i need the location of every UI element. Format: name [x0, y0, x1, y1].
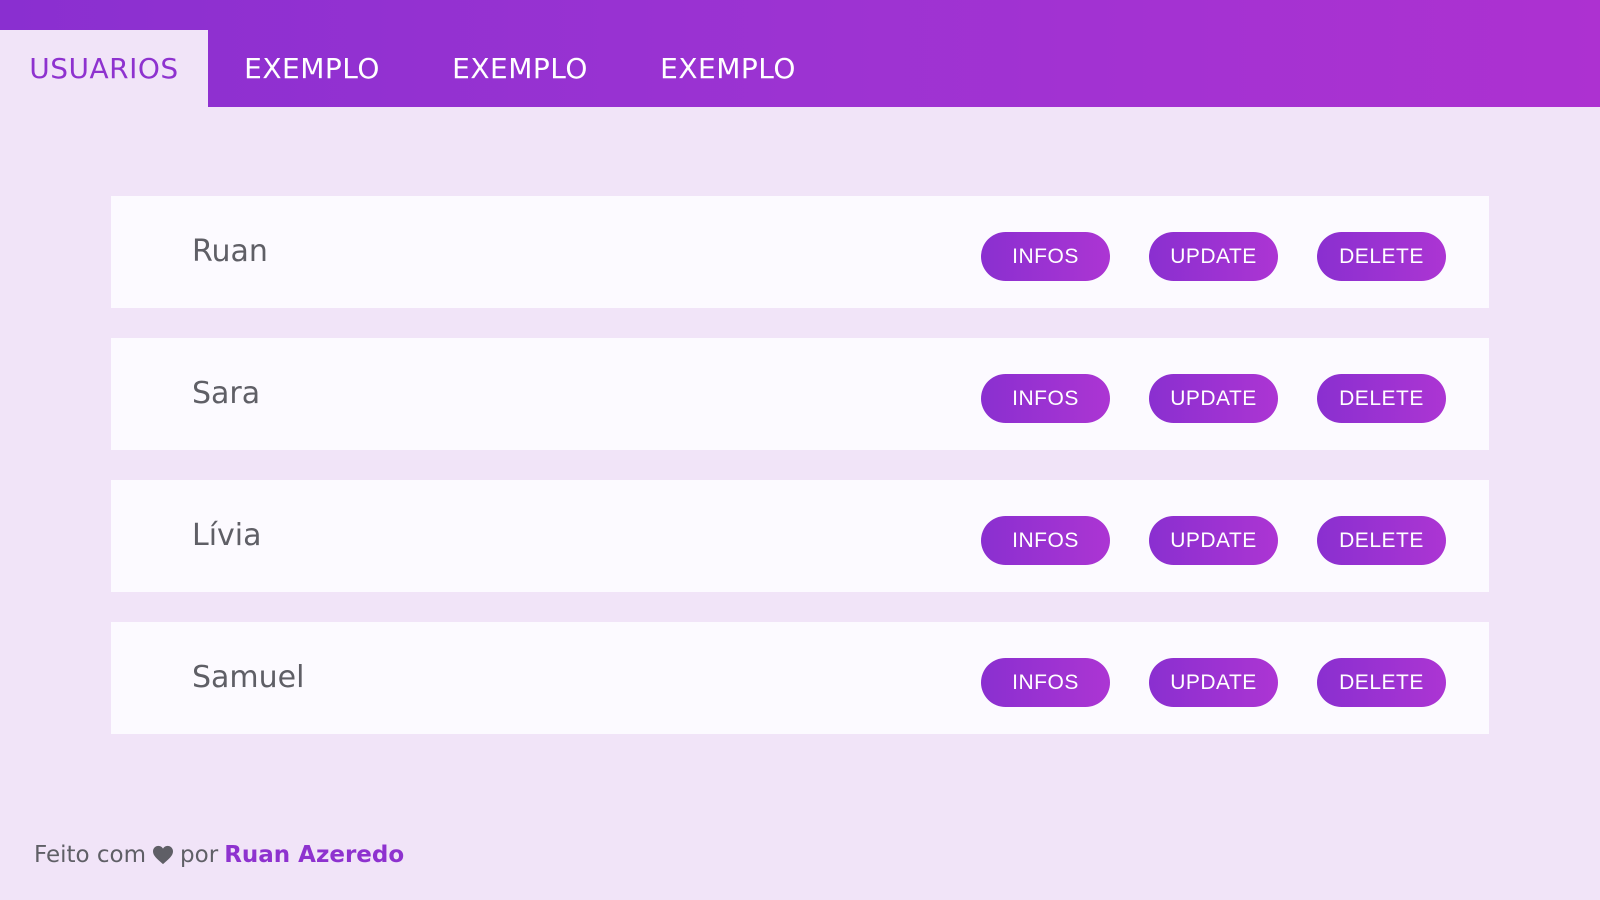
- update-button[interactable]: UPDATE: [1149, 232, 1278, 281]
- tab-usuarios[interactable]: USUARIOS: [0, 30, 208, 107]
- footer: Feito com por Ruan Azeredo: [34, 842, 404, 868]
- nav-tabs: USUARIOS EXEMPLO EXEMPLO EXEMPLO: [0, 30, 832, 107]
- user-name: Samuel: [192, 660, 305, 695]
- heart-icon: [152, 845, 174, 865]
- row-actions: INFOS UPDATE DELETE: [981, 658, 1446, 707]
- row-actions: INFOS UPDATE DELETE: [981, 516, 1446, 565]
- list-item: Sara INFOS UPDATE DELETE: [111, 338, 1489, 450]
- row-actions: INFOS UPDATE DELETE: [981, 232, 1446, 281]
- delete-button[interactable]: DELETE: [1317, 232, 1446, 281]
- user-list: Ruan INFOS UPDATE DELETE Sara INFOS UPDA…: [111, 196, 1489, 764]
- footer-by: por: [180, 842, 219, 868]
- top-navbar: USUARIOS EXEMPLO EXEMPLO EXEMPLO: [0, 0, 1600, 107]
- footer-made-with: Feito com: [34, 842, 147, 868]
- list-item: Samuel INFOS UPDATE DELETE: [111, 622, 1489, 734]
- tab-exemplo-3[interactable]: EXEMPLO: [624, 30, 832, 107]
- row-actions: INFOS UPDATE DELETE: [981, 374, 1446, 423]
- delete-button[interactable]: DELETE: [1317, 516, 1446, 565]
- user-name: Ruan: [192, 234, 268, 269]
- infos-button[interactable]: INFOS: [981, 374, 1110, 423]
- update-button[interactable]: UPDATE: [1149, 374, 1278, 423]
- tab-exemplo-2[interactable]: EXEMPLO: [416, 30, 624, 107]
- infos-button[interactable]: INFOS: [981, 658, 1110, 707]
- update-button[interactable]: UPDATE: [1149, 516, 1278, 565]
- update-button[interactable]: UPDATE: [1149, 658, 1278, 707]
- list-item: Lívia INFOS UPDATE DELETE: [111, 480, 1489, 592]
- infos-button[interactable]: INFOS: [981, 232, 1110, 281]
- user-name: Lívia: [192, 518, 262, 553]
- tab-exemplo-1[interactable]: EXEMPLO: [208, 30, 416, 107]
- infos-button[interactable]: INFOS: [981, 516, 1110, 565]
- list-item: Ruan INFOS UPDATE DELETE: [111, 196, 1489, 308]
- delete-button[interactable]: DELETE: [1317, 658, 1446, 707]
- delete-button[interactable]: DELETE: [1317, 374, 1446, 423]
- author-link[interactable]: Ruan Azeredo: [224, 842, 404, 868]
- user-name: Sara: [192, 376, 261, 411]
